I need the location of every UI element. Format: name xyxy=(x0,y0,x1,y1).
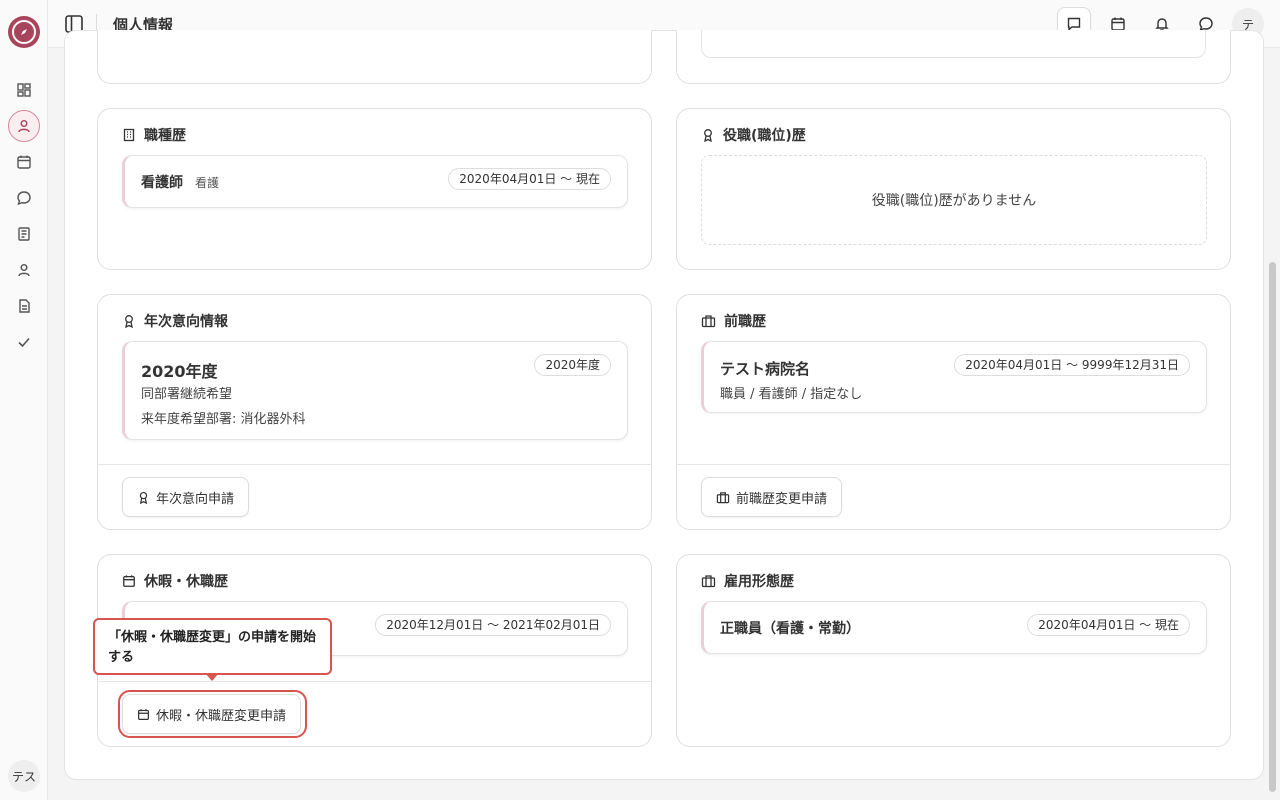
card-header: 雇用形態歴 xyxy=(701,571,794,591)
person-icon[interactable] xyxy=(12,258,36,282)
annual-intent-card: 年次意向情報 2020年度 2020年度 同部署継続希望 来年度希望部署: 消化… xyxy=(97,294,652,530)
card-header: 年次意向情報 xyxy=(122,311,228,331)
divider xyxy=(98,464,651,465)
intent-line1: 同部署継続希望 xyxy=(141,387,233,402)
previous-job-item: テスト病院名 2020年04月01日 〜 9999年12月31日 職員 / 看護… xyxy=(701,341,1207,413)
calendar-icon[interactable] xyxy=(12,150,36,174)
period-badge: 2020年12月01日 〜 2021年02月01日 xyxy=(375,614,611,636)
button-label: 年次意向申請 xyxy=(156,491,235,507)
compass-icon xyxy=(12,20,36,44)
card-title: 職種歴 xyxy=(144,128,186,144)
tutorial-tooltip: 「休暇・休職歴変更」の申請を開始する xyxy=(93,618,332,675)
previous-job-request-button[interactable]: 前職歴変更申請 xyxy=(701,477,843,517)
card-title: 前職歴 xyxy=(724,314,766,330)
position-history-card: 役職(職位)歴 役職(職位)歴がありません xyxy=(676,108,1231,270)
dashboard-icon[interactable] xyxy=(12,78,36,102)
intent-line2: 来年度希望部署: 消化器外科 xyxy=(141,412,306,427)
job-history-card: 職種歴 看護師 看護 2020年04月01日 〜 現在 xyxy=(97,108,652,270)
employment-type: 正職員（看護・常勤） xyxy=(720,621,860,637)
employment-history-card: 雇用形態歴 正職員（看護・常勤） 2020年04月01日 〜 現在 xyxy=(676,554,1231,747)
calendar-icon xyxy=(122,574,136,588)
book-icon[interactable] xyxy=(12,222,36,246)
highlight-ring xyxy=(118,690,307,738)
inner-card-partial xyxy=(701,30,1206,58)
empty-state: 役職(職位)歴がありません xyxy=(701,155,1207,245)
app-logo[interactable] xyxy=(8,16,40,48)
user-avatar[interactable]: テス xyxy=(8,760,40,792)
tooltip-arrow xyxy=(206,674,218,681)
divider xyxy=(98,681,651,682)
document-icon[interactable] xyxy=(12,294,36,318)
year-badge: 2020年度 xyxy=(534,354,611,376)
period-badge: 2020年04月01日 〜 現在 xyxy=(448,168,611,190)
card-partial-left xyxy=(97,30,652,84)
award-icon xyxy=(701,128,715,142)
left-rail: テス xyxy=(0,0,48,800)
scrollbar[interactable] xyxy=(1269,262,1276,792)
intent-year-title: 2020年度 xyxy=(141,362,218,381)
job-sub: 看護 xyxy=(195,176,220,190)
job-detail: 職員 / 看護師 / 指定なし xyxy=(720,387,863,402)
divider xyxy=(677,464,1230,465)
briefcase-icon xyxy=(701,314,716,328)
award-icon xyxy=(122,314,136,328)
check-icon[interactable] xyxy=(12,330,36,354)
card-title: 年次意向情報 xyxy=(144,314,228,330)
annual-intent-request-button[interactable]: 年次意向申請 xyxy=(122,477,250,517)
card-title: 雇用形態歴 xyxy=(724,574,794,590)
button-label: 前職歴変更申請 xyxy=(736,491,828,507)
briefcase-icon xyxy=(716,491,730,504)
chat-icon[interactable] xyxy=(12,186,36,210)
card-header: 役職(職位)歴 xyxy=(701,125,806,145)
employment-item: 正職員（看護・常勤） 2020年04月01日 〜 現在 xyxy=(701,601,1207,654)
briefcase-icon xyxy=(701,574,716,588)
job-item: 看護師 看護 2020年04月01日 〜 現在 xyxy=(122,155,628,208)
award-icon xyxy=(137,491,150,504)
building-icon xyxy=(122,128,136,142)
card-partial-right xyxy=(676,30,1231,84)
card-title: 役職(職位)歴 xyxy=(723,128,806,144)
card-title: 休暇・休職歴 xyxy=(144,574,228,590)
card-header: 休暇・休職歴 xyxy=(122,571,228,591)
annual-intent-item: 2020年度 2020年度 同部署継続希望 来年度希望部署: 消化器外科 xyxy=(122,341,628,440)
user-icon[interactable] xyxy=(8,110,40,142)
hospital-name: テスト病院名 xyxy=(720,360,811,378)
card-header: 前職歴 xyxy=(701,311,766,331)
card-header: 職種歴 xyxy=(122,125,186,145)
previous-job-card: 前職歴 テスト病院名 2020年04月01日 〜 9999年12月31日 職員 … xyxy=(676,294,1231,530)
period-badge: 2020年04月01日 〜 9999年12月31日 xyxy=(954,354,1190,376)
job-name: 看護師 xyxy=(141,175,183,191)
period-badge: 2020年04月01日 〜 現在 xyxy=(1027,614,1190,636)
